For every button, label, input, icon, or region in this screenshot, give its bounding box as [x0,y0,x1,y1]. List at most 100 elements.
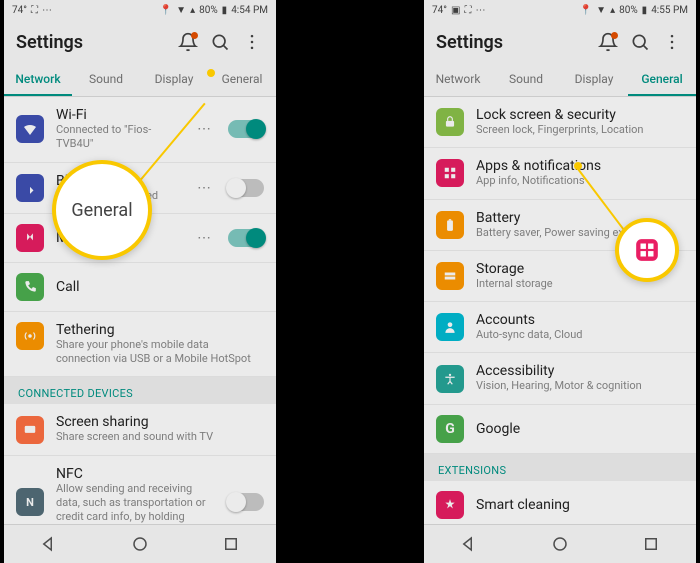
row-nfc[interactable]: N NFC Allow sending and receiving data, … [4,456,276,524]
clock: 4:54 PM [231,5,268,16]
status-bar: 74° ⛶ ⋯ 📍 ▼ ▴ 80% ▮ 4:54 PM [4,0,276,20]
wifi-title: Wi-Fi [56,107,185,123]
settings-list[interactable]: Lock screen & security Screen lock, Fing… [424,97,696,524]
share-sub: Share screen and sound with TV [56,430,264,444]
bt-more-icon[interactable]: ⋯ [197,180,212,196]
settings-list[interactable]: Wi-Fi Connected to "Fios-TVB4U" ⋯ Blueto… [4,97,276,524]
temp: 74° [12,5,27,16]
home-button[interactable] [131,535,149,553]
signal-icon: ▴ [610,5,615,16]
row-lock-screen[interactable]: Lock screen & security Screen lock, Fing… [424,97,696,148]
back-button[interactable] [40,535,58,553]
wifi-toggle[interactable] [228,120,264,138]
overflow-menu-icon[interactable] [240,30,264,54]
back-button[interactable] [460,535,478,553]
search-icon[interactable] [628,30,652,54]
apps-sub: App info, Notifications [476,174,684,188]
apps-row-icon [436,159,464,187]
notifications-icon[interactable] [176,30,200,54]
nfc-sub: Allow sending and receiving data, such a… [56,482,216,524]
android-nav-bar [4,524,276,563]
app-header: Settings [4,20,276,64]
location-icon: 📍 [580,5,592,16]
tabs-bar: Network Sound Display General [424,64,696,97]
row-smart-cleaning[interactable]: Smart cleaning [424,481,696,524]
home-button[interactable] [551,535,569,553]
smart-row-icon [436,491,464,519]
wifi-icon: ▼ [176,5,186,16]
call-row-icon [16,273,44,301]
tab-sound[interactable]: Sound [72,64,140,96]
callout-general: General [52,160,152,260]
battery-pct: 80% [619,5,638,16]
phone-screen-right: 74° ▣ ⛶ ⋯ 📍 ▼ ▴ 80% ▮ 4:55 PM Settings N… [424,0,696,563]
notification-badge [191,32,198,39]
accessibility-sub: Vision, Hearing, Motor & cognition [476,379,684,393]
tab-network[interactable]: Network [4,64,72,96]
google-title: Google [476,421,684,437]
more-icon: ⋯ [42,5,52,16]
tab-sound[interactable]: Sound [492,64,560,96]
overflow-menu-icon[interactable] [660,30,684,54]
storage-row-icon [436,262,464,290]
tabs-bar: Network Sound Display General [4,64,276,97]
nfc-title: NFC [56,466,216,482]
row-apps[interactable]: Apps & notifications App info, Notificat… [424,148,696,199]
share-title: Screen sharing [56,414,264,430]
tab-general[interactable]: General [208,64,276,96]
tether-title: Tethering [56,322,264,338]
accounts-title: Accounts [476,312,684,328]
accessibility-row-icon [436,365,464,393]
google-row-icon: G [436,415,464,443]
row-call[interactable]: Call [4,263,276,312]
signal-icon: ▴ [190,5,195,16]
callout-label: General [71,200,132,221]
callout-apps-icon [615,218,679,282]
share-row-icon [16,416,44,444]
row-accounts[interactable]: Accounts Auto-sync data, Cloud [424,302,696,353]
lock-title: Lock screen & security [476,107,684,123]
clock: 4:55 PM [651,5,688,16]
row-google[interactable]: G Google [424,405,696,454]
bluetooth-toggle[interactable] [228,179,264,197]
tether-row-icon [16,322,44,350]
wifi-more-icon[interactable]: ⋯ [197,121,212,137]
smart-title: Smart cleaning [476,497,684,513]
notifications-icon[interactable] [596,30,620,54]
android-nav-bar [424,524,696,563]
accessibility-title: Accessibility [476,363,684,379]
battery-row-icon [436,211,464,239]
tab-general[interactable]: General [628,64,696,96]
recents-button[interactable] [642,535,660,553]
row-screen-sharing[interactable]: Screen sharing Share screen and sound wi… [4,404,276,455]
lock-sub: Screen lock, Fingerprints, Location [476,123,684,137]
tab-display[interactable]: Display [140,64,208,96]
lock-row-icon [436,108,464,136]
tab-display[interactable]: Display [560,64,628,96]
app-header: Settings [424,20,696,64]
screenshot-icon: ▣ [451,5,460,16]
section-connected-devices: CONNECTED DEVICES [4,377,276,404]
page-title: Settings [436,32,588,53]
tab-network[interactable]: Network [424,64,492,96]
section-extensions: EXTENSIONS [424,454,696,481]
row-wifi[interactable]: Wi-Fi Connected to "Fios-TVB4U" ⋯ [4,97,276,163]
cast-icon: ⛶ [31,5,38,16]
data-row-icon [16,224,44,252]
annotation-dot [574,162,582,170]
nfc-toggle[interactable] [228,493,264,511]
cast-icon: ⛶ [464,5,471,16]
wifi-row-icon [16,115,44,143]
data-more-icon[interactable]: ⋯ [197,230,212,246]
page-title: Settings [16,32,168,53]
data-toggle[interactable] [228,229,264,247]
bluetooth-row-icon [16,174,44,202]
more-icon: ⋯ [475,5,485,16]
temp: 74° [432,5,447,16]
search-icon[interactable] [208,30,232,54]
row-accessibility[interactable]: Accessibility Vision, Hearing, Motor & c… [424,353,696,404]
row-tethering[interactable]: Tethering Share your phone's mobile data… [4,312,276,378]
accounts-sub: Auto-sync data, Cloud [476,328,684,342]
status-bar: 74° ▣ ⛶ ⋯ 📍 ▼ ▴ 80% ▮ 4:55 PM [424,0,696,20]
recents-button[interactable] [222,535,240,553]
